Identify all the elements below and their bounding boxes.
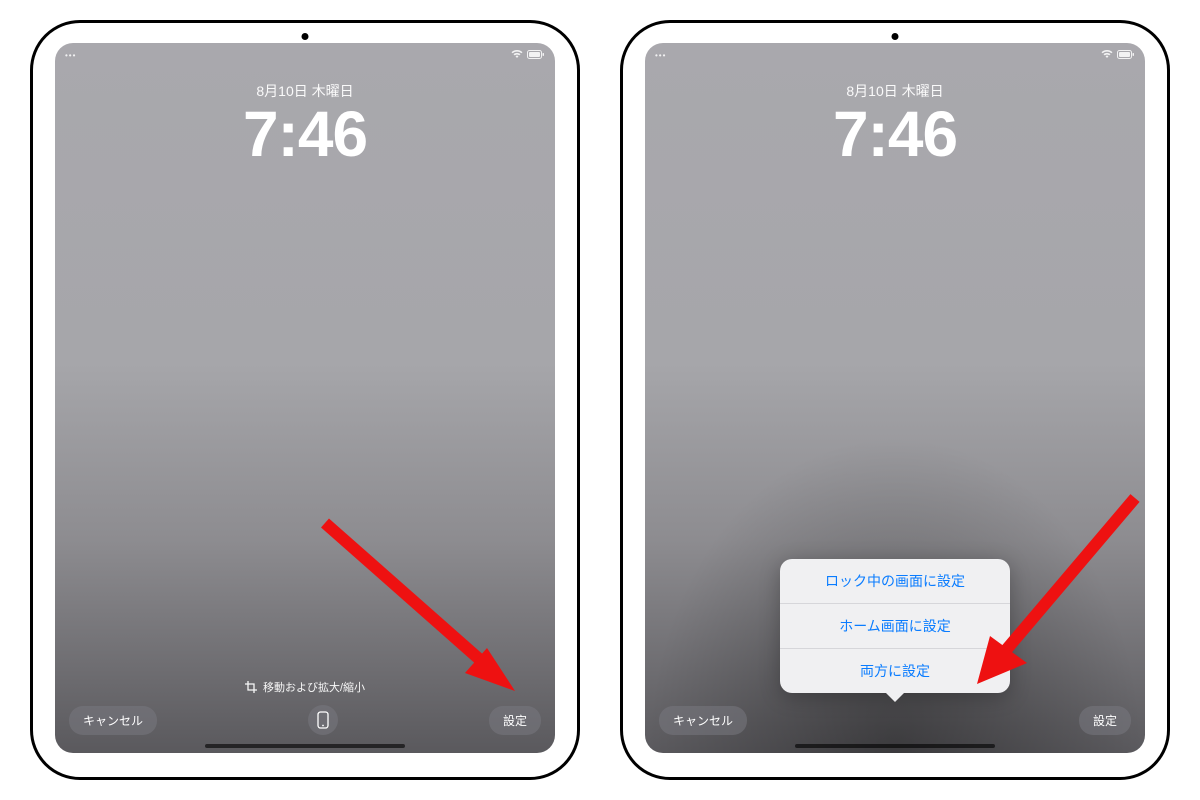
lock-clock: 8月10日 木曜日 7:46 [55,81,555,168]
home-indicator[interactable] [205,744,405,748]
set-wallpaper-popover: ロック中の画面に設定 ホーム画面に設定 両方に設定 [780,559,1010,693]
set-button[interactable]: 設定 [1079,706,1131,735]
lock-screen-right: ••• 8月10日 木曜日 7:46 ロック中の画面に設定 ホーム画面に設定 [645,43,1145,753]
cancel-button[interactable]: キャンセル [69,706,157,735]
ipad-frame-right: ••• 8月10日 木曜日 7:46 ロック中の画面に設定 ホーム画面に設定 [620,20,1170,780]
crop-icon [245,681,257,693]
battery-icon [527,50,545,61]
appearance-toggle-button[interactable] [308,705,338,735]
lock-date: 8月10日 木曜日 [55,81,555,101]
set-as-home-screen-option[interactable]: ホーム画面に設定 [780,604,1010,649]
lock-time: 7:46 [645,101,1145,168]
more-dots-icon: ••• [65,51,76,60]
cancel-button[interactable]: キャンセル [659,706,747,735]
lock-screen-left: ••• 8月10日 木曜日 7:46 [55,43,555,753]
pinch-zoom-label: 移動および拡大/縮小 [263,679,365,695]
lock-time: 7:46 [55,101,555,168]
camera-dot [302,33,309,40]
battery-icon [1117,50,1135,61]
lock-clock: 8月10日 木曜日 7:46 [645,81,1145,168]
lock-date: 8月10日 木曜日 [645,81,1145,101]
ipad-frame-left: ••• 8月10日 木曜日 7:46 [30,20,580,780]
wifi-icon [1101,49,1113,61]
set-button[interactable]: 設定 [489,706,541,735]
camera-dot [892,33,899,40]
status-bar: ••• [55,43,555,63]
home-indicator[interactable] [795,744,995,748]
wifi-icon [511,49,523,61]
more-dots-icon: ••• [655,51,666,60]
set-as-both-option[interactable]: 両方に設定 [780,649,1010,693]
status-bar: ••• [645,43,1145,63]
set-as-lock-screen-option[interactable]: ロック中の画面に設定 [780,559,1010,604]
phone-outline-icon [316,711,330,729]
pinch-zoom-hint: 移動および拡大/縮小 [245,679,365,695]
